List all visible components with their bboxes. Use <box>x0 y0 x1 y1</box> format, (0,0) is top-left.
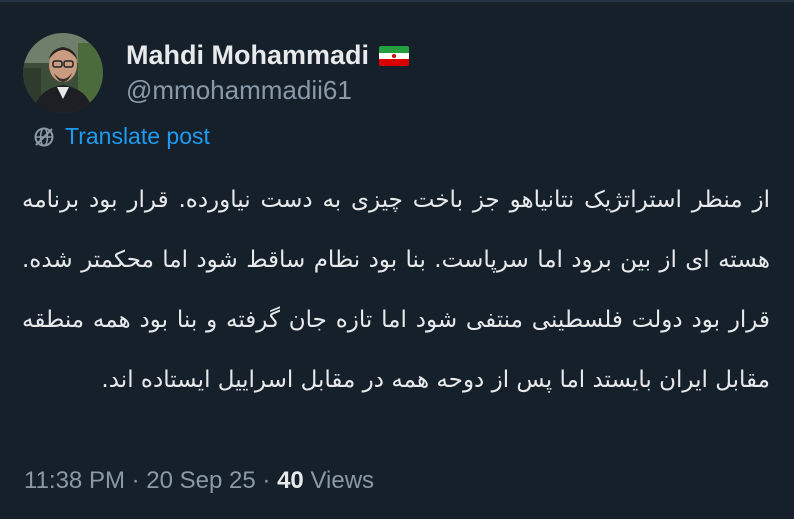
top-divider <box>0 0 794 2</box>
avatar-image <box>23 33 103 113</box>
views-count[interactable]: 40 <box>277 467 304 494</box>
translate-post-button[interactable]: Translate post <box>33 123 210 150</box>
tweet-text: از منظر استراتژیک نتانیاهو جز باخت چیزی … <box>22 187 770 393</box>
views-label: Views <box>310 467 375 494</box>
iran-flag-icon <box>379 45 410 66</box>
tweet-meta: 11:38 PM · 20 Sep 25 · 40 Views <box>24 467 374 495</box>
tweet-date[interactable]: 20 Sep 25 <box>146 467 255 494</box>
author-handle[interactable]: @mmohammadii61 <box>126 75 352 106</box>
translate-post-label: Translate post <box>65 123 210 149</box>
author-name[interactable]: Mahdi Mohammadi <box>126 40 410 71</box>
tweet-time[interactable]: 11:38 PM <box>24 467 125 494</box>
translate-globe-icon <box>33 126 55 148</box>
avatar[interactable] <box>23 33 103 113</box>
author-name-text: Mahdi Mohammadi <box>126 40 370 70</box>
meta-separator: · <box>131 467 140 494</box>
meta-separator: · <box>262 467 271 494</box>
